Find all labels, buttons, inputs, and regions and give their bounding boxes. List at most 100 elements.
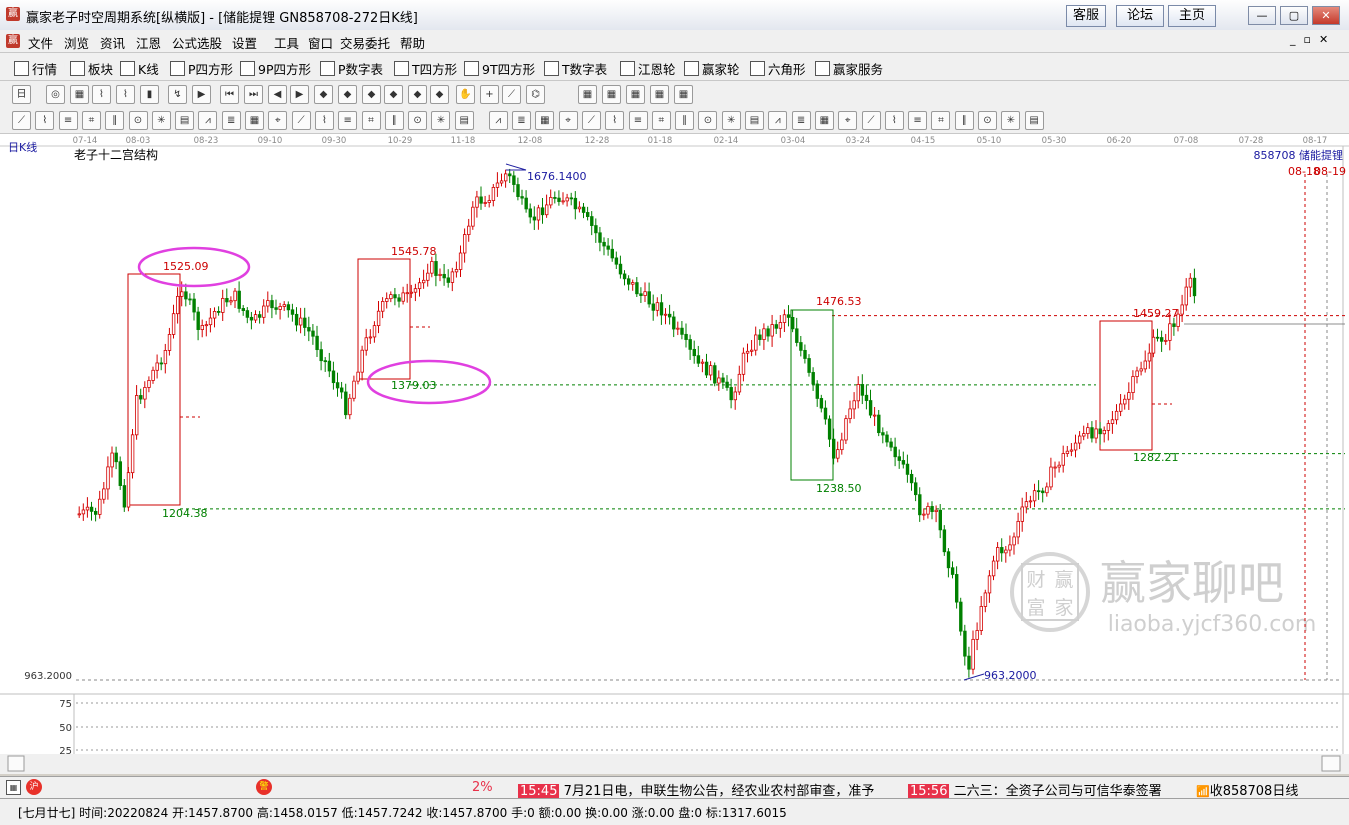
menu-2[interactable]: 资讯 bbox=[100, 33, 125, 52]
analysis-tool-icon[interactable]: ⌗ bbox=[931, 111, 951, 130]
menu-1[interactable]: 浏览 bbox=[64, 33, 89, 52]
tool-icon[interactable]: ⏮ bbox=[220, 85, 239, 104]
toolbar-ps-button[interactable]: P四方形 bbox=[170, 59, 233, 78]
analysis-tool-icon[interactable]: ✳ bbox=[721, 111, 741, 130]
toolbar-t9-button[interactable]: 9T四方形 bbox=[464, 59, 535, 78]
doc-window-controls[interactable]: _▫✕ bbox=[1290, 33, 1336, 46]
toolbar-grid-button[interactable]: 行情 bbox=[14, 59, 57, 78]
analysis-tool-icon[interactable]: ≡ bbox=[338, 111, 358, 130]
tool-icon[interactable]: ▦ bbox=[578, 85, 597, 104]
analysis-tool-icon[interactable]: ⌖ bbox=[558, 111, 578, 130]
analysis-tool-icon[interactable]: ≡ bbox=[58, 111, 78, 130]
analysis-tool-icon[interactable]: ∥ bbox=[954, 111, 974, 130]
tool-icon[interactable]: ▶ bbox=[290, 85, 309, 104]
close-button[interactable]: ✕ bbox=[1312, 6, 1340, 25]
tool-icon[interactable]: ▦ bbox=[650, 85, 669, 104]
tool-icon[interactable]: ◆ bbox=[430, 85, 449, 104]
analysis-tool-icon[interactable]: ⌗ bbox=[651, 111, 671, 130]
analysis-tool-icon[interactable]: ≣ bbox=[512, 111, 531, 130]
analysis-tool-icon[interactable]: ⊙ bbox=[978, 111, 997, 130]
analysis-tool-icon[interactable]: ⟋ bbox=[861, 111, 881, 130]
tool-icon[interactable]: ▦ bbox=[602, 85, 621, 104]
analysis-tool-icon[interactable]: ∥ bbox=[384, 111, 404, 130]
analysis-tool-icon[interactable]: ≣ bbox=[791, 111, 811, 130]
toolbar-blocks-button[interactable]: 板块 bbox=[70, 59, 113, 78]
toolbar-pn-button[interactable]: P数字表 bbox=[320, 59, 383, 78]
alert-circle-icon[interactable]: 警 bbox=[256, 779, 272, 795]
toolbar-p9-button[interactable]: 9P四方形 bbox=[240, 59, 311, 78]
analysis-tool-icon[interactable]: ⌇ bbox=[605, 111, 625, 130]
analysis-tool-icon[interactable]: ▤ bbox=[1024, 111, 1044, 130]
toolbar-ts-button[interactable]: T四方形 bbox=[394, 59, 457, 78]
tool-icon[interactable]: ◀ bbox=[268, 85, 287, 104]
toolbar-candlestick-button[interactable]: K线 bbox=[120, 59, 159, 78]
tool-icon[interactable]: ▦ bbox=[674, 85, 693, 104]
analysis-tool-icon[interactable]: ▦ bbox=[814, 111, 834, 130]
tool-icon[interactable]: ⏭ bbox=[244, 85, 263, 104]
kline-chart[interactable]: 75 50 25 07-14 08-03 08-23 09-10 09-30 10-29 11-… bbox=[0, 134, 1349, 774]
analysis-tool-icon[interactable]: ⌗ bbox=[81, 111, 101, 130]
homepage-link[interactable]: 主页 bbox=[1168, 5, 1216, 27]
news-item[interactable]: 15:56 二六三：全资子公司与可信华泰签署 bbox=[908, 780, 1162, 799]
menu-6[interactable]: 工具 bbox=[274, 33, 299, 52]
analysis-tool-icon[interactable]: ⊙ bbox=[698, 111, 718, 130]
analysis-tool-icon[interactable]: ⩘ bbox=[488, 111, 508, 130]
tool-icon[interactable]: + bbox=[480, 85, 499, 104]
tool-icon[interactable]: ◆ bbox=[362, 85, 381, 104]
toolbar-gann-wheel-button[interactable]: 江恩轮 bbox=[620, 59, 676, 78]
menu-5[interactable]: 设置 bbox=[232, 33, 257, 52]
keyboard-icon[interactable]: ▦ bbox=[6, 780, 21, 795]
tool-icon[interactable]: ⌇ bbox=[92, 85, 111, 104]
analysis-tool-icon[interactable]: ▦ bbox=[245, 111, 264, 130]
news-item[interactable]: 15:45 7月21日电，申联生物公告，经农业农村部审查，准予 bbox=[518, 780, 874, 799]
analysis-tool-icon[interactable]: ✳ bbox=[151, 111, 171, 130]
analysis-tool-icon[interactable]: ⌖ bbox=[268, 111, 288, 130]
tool-icon[interactable]: ◆ bbox=[314, 85, 333, 104]
menu-4[interactable]: 公式选股 bbox=[172, 33, 222, 52]
tool-icon[interactable]: ▦ bbox=[70, 85, 89, 104]
toolbar-tn-button[interactable]: T数字表 bbox=[544, 59, 607, 78]
tool-icon[interactable]: ✋ bbox=[456, 85, 475, 104]
minimize-button[interactable]: — bbox=[1248, 6, 1276, 25]
analysis-tool-icon[interactable]: ⌗ bbox=[361, 111, 381, 130]
analysis-tool-icon[interactable]: ∥ bbox=[675, 111, 695, 130]
tool-icon[interactable]: ◆ bbox=[338, 85, 357, 104]
analysis-tool-icon[interactable]: ✳ bbox=[1001, 111, 1021, 130]
menu-9[interactable]: 帮助 bbox=[400, 33, 425, 52]
toolbar-hexagon-button[interactable]: 六角形 bbox=[750, 59, 806, 78]
tool-icon[interactable]: ⌇ bbox=[116, 85, 135, 104]
tool-icon[interactable]: ▦ bbox=[626, 85, 645, 104]
analysis-tool-icon[interactable]: ⟋ bbox=[291, 111, 311, 130]
menu-7[interactable]: 窗口 bbox=[308, 33, 333, 52]
analysis-tool-icon[interactable]: ∥ bbox=[105, 111, 125, 130]
tool-icon[interactable]: ◎ bbox=[46, 85, 65, 104]
analysis-tool-icon[interactable]: ⌇ bbox=[314, 111, 334, 130]
analysis-tool-icon[interactable]: ▤ bbox=[454, 111, 474, 130]
toolbar-dollar-button[interactable]: 赢家服务 bbox=[815, 59, 883, 78]
analysis-tool-icon[interactable]: ▤ bbox=[175, 111, 195, 130]
tool-icon[interactable]: ◆ bbox=[384, 85, 403, 104]
tool-icon[interactable]: ▮ bbox=[140, 85, 159, 104]
menu-3[interactable]: 江恩 bbox=[136, 33, 161, 52]
analysis-tool-icon[interactable]: ≡ bbox=[908, 111, 928, 130]
analysis-tool-icon[interactable]: ≣ bbox=[221, 111, 241, 130]
red-circle-icon[interactable]: 沪 bbox=[26, 779, 42, 795]
forum-link[interactable]: 论坛 bbox=[1116, 5, 1164, 27]
analysis-tool-icon[interactable]: ⟋ bbox=[581, 111, 601, 130]
tool-icon[interactable]: 日 bbox=[12, 85, 31, 104]
analysis-tool-icon[interactable]: ⊙ bbox=[128, 111, 148, 130]
menu-0[interactable]: 文件 bbox=[28, 33, 53, 52]
analysis-tool-icon[interactable]: ⌇ bbox=[884, 111, 904, 130]
customer-service-link[interactable]: 客服 bbox=[1066, 5, 1106, 27]
tool-icon[interactable]: ⌬ bbox=[526, 85, 545, 104]
analysis-tool-icon[interactable]: ✳ bbox=[431, 111, 451, 130]
analysis-tool-icon[interactable]: ▤ bbox=[745, 111, 764, 130]
tool-icon[interactable]: ⟋ bbox=[502, 85, 521, 104]
tool-icon[interactable]: ▶ bbox=[192, 85, 211, 104]
toolbar-winner-wheel-button[interactable]: 赢家轮 bbox=[684, 59, 740, 78]
analysis-tool-icon[interactable]: ⌖ bbox=[838, 111, 858, 130]
maximize-button[interactable]: ▢ bbox=[1280, 6, 1308, 25]
tool-icon[interactable]: ◆ bbox=[408, 85, 427, 104]
analysis-tool-icon[interactable]: ⟋ bbox=[12, 111, 31, 130]
analysis-tool-icon[interactable]: ▦ bbox=[535, 111, 555, 130]
